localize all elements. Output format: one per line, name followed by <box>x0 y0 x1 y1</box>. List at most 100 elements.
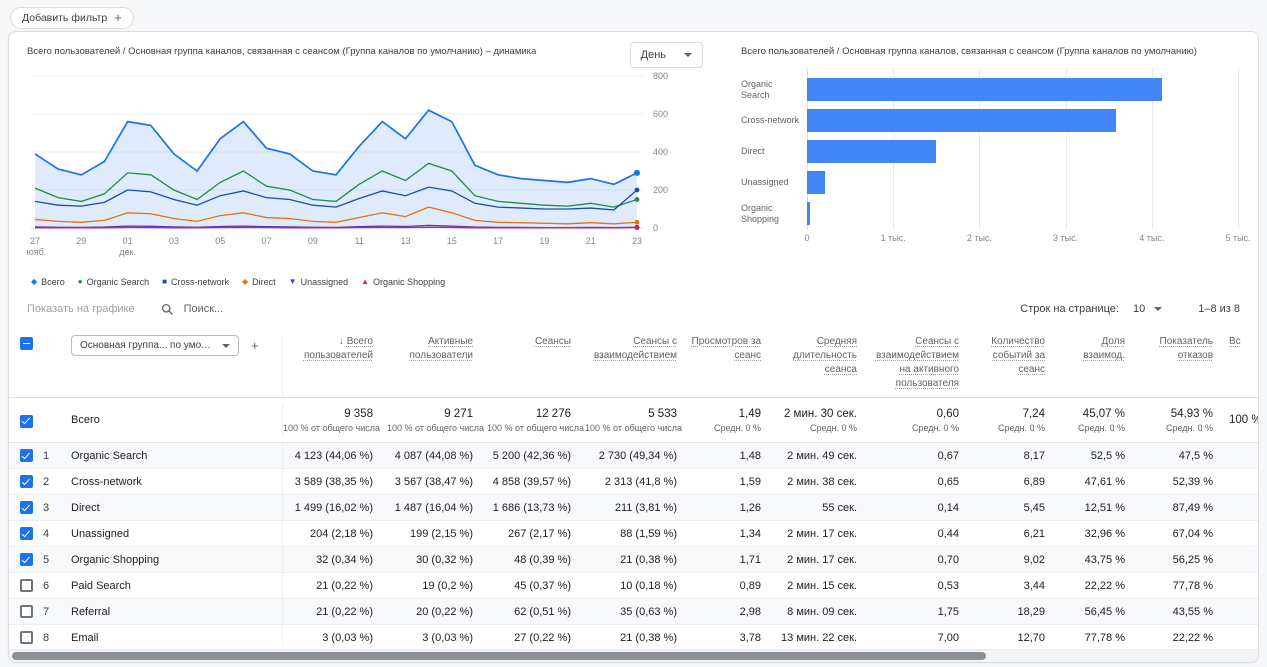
row-checkbox[interactable] <box>19 501 33 514</box>
column-header-3[interactable]: Сеансы <box>487 335 585 349</box>
select-all-checkbox[interactable] <box>19 337 33 350</box>
column-header-label: Количество событий за сеанс <box>991 336 1045 375</box>
totals-metric-cell: 45,07 % Средн. 0 % <box>1059 408 1139 433</box>
table-header-row: Основная группа... по умолчанию) Всего по… <box>9 326 1258 398</box>
metric-cell: 1,26 <box>739 501 761 514</box>
x-axis-label: 09 <box>308 236 318 246</box>
bar-chart-title: Всего пользователей / Основная группа ка… <box>741 46 1197 57</box>
row-index: 1 <box>43 449 50 462</box>
granularity-select[interactable]: День <box>629 42 703 68</box>
totals-subvalue: 100 % от общего числа <box>585 422 682 433</box>
x-axis-label: 21 <box>586 236 596 246</box>
metric-cell: 5,45 <box>1023 501 1045 514</box>
x-axis-label: 11 <box>354 236 363 246</box>
column-header-7[interactable]: Сеансы с взаимодействием на активного по… <box>871 335 973 391</box>
x-axis-label: 19 <box>539 236 549 246</box>
line-chart-title: Всего пользователей / Основная группа ка… <box>27 46 537 57</box>
metric-cell: 21 (0,22 %) <box>316 579 373 592</box>
plot-rows-button[interactable]: Показать на графике <box>27 303 135 315</box>
bar[interactable] <box>807 78 1163 102</box>
row-checkbox[interactable] <box>19 475 33 488</box>
metric-cell: 1,59 <box>739 475 761 488</box>
series-end-marker <box>634 169 640 176</box>
column-header-label: Доля взаимод. <box>1083 336 1125 361</box>
totals-subvalue: Средн. 0 % <box>713 422 761 433</box>
dimension-dropdown[interactable]: Основная группа... по умолчанию) <box>71 335 239 356</box>
metric-cell: 67,04 % <box>1172 527 1213 540</box>
row-checkbox[interactable] <box>19 449 33 462</box>
metric-cell: 19 (0,2 %) <box>422 579 473 592</box>
totals-checkbox[interactable] <box>19 414 33 428</box>
totals-subvalue: Средн. 0 % <box>1165 422 1213 433</box>
metric-cell: 0,70 <box>937 553 959 566</box>
metric-cell: 62 (0,51 %) <box>514 605 571 618</box>
metric-cell: 211 (3,81 %) <box>614 501 677 514</box>
add-column-button[interactable] <box>247 335 263 355</box>
search-input[interactable] <box>181 302 336 316</box>
column-header-9[interactable]: Доля взаимод. <box>1059 335 1139 363</box>
totals-value: 54,93 % <box>1170 407 1213 420</box>
metric-cell: 32 (0,34 %) <box>316 553 373 566</box>
x-axis-label: 0 <box>804 233 810 244</box>
row-checkbox[interactable] <box>19 527 33 540</box>
channels-table: Основная группа... по умолчанию) Всего по… <box>9 326 1258 651</box>
metric-cell: 1 487 (16,04 %) <box>394 501 473 514</box>
totals-subvalue: Средн. 0 % <box>1077 422 1125 433</box>
legend-item-unassigned: ▼ Unassigned <box>289 277 348 287</box>
bar-category-label: Organic Shopping <box>741 202 780 224</box>
totals-value: 1,49 <box>738 407 761 420</box>
bar-row-organic-search: Organic Search <box>741 74 1240 105</box>
dimension-header-cell: Основная группа... по умолчанию) <box>69 335 283 397</box>
metric-cell: 30 (0,32 %) <box>416 553 473 566</box>
column-header-6[interactable]: Средняя длительность сеанса <box>775 335 871 377</box>
horizontal-scrollbar <box>9 649 1258 662</box>
metric-cell: 0,65 <box>937 475 959 488</box>
table-row: 1 Organic Search 4 123 (44,06 %) 4 087 (44,… <box>9 443 1258 469</box>
totals-value: 0,60 <box>936 407 959 420</box>
legend-item-organic-search: ● Organic Search <box>78 277 149 287</box>
bar-chart-plot: Organic Search Cross-network Direct Unassig… <box>741 68 1240 230</box>
x-axis-label: 23 <box>632 236 642 246</box>
x-axis-sublabel: нояб. <box>27 247 46 257</box>
metric-cell: 1,48 <box>739 449 761 462</box>
column-header-label: Просмотров за сеанс <box>691 336 761 361</box>
row-checkbox[interactable] <box>19 631 33 644</box>
column-header-1[interactable]: Всего пользователей <box>283 335 387 363</box>
granularity-value: День <box>640 49 666 61</box>
bar[interactable] <box>807 171 825 195</box>
totals-subvalue: 100 % от общего числа <box>487 422 584 433</box>
metric-cell: 0,67 <box>937 449 959 462</box>
add-filter-button[interactable]: Добавить фильтр <box>10 7 134 29</box>
metric-cell: 2 мин. 17 сек. <box>787 527 857 540</box>
bar[interactable] <box>807 140 937 164</box>
x-axis-label: 1 тыс. <box>880 233 906 244</box>
bar[interactable] <box>807 202 810 226</box>
x-axis-label: 2 тыс. <box>966 233 992 244</box>
table-toolbar: Показать на графике Строк на странице: 1… <box>9 292 1258 326</box>
bar-category-label: Direct <box>741 146 765 157</box>
legend-marker-icon: ▲ <box>361 277 370 286</box>
column-header-10[interactable]: Показатель отказов <box>1139 335 1227 363</box>
metric-cell: 43,75 % <box>1084 553 1125 566</box>
table-search <box>161 302 336 316</box>
column-header-4[interactable]: Сеансы с взаимодействием <box>585 335 691 363</box>
column-header-5[interactable]: Просмотров за сеанс <box>691 335 775 363</box>
legend-marker-icon: ◆ <box>31 277 38 286</box>
column-header-11[interactable]: Вс <box>1227 335 1258 349</box>
totals-metric-cell: 12 276 100 % от общего числа <box>487 408 585 433</box>
column-header-8[interactable]: Количество событий за сеанс <box>973 335 1059 377</box>
totals-metric-cell: 5 533 100 % от общего числа <box>585 408 691 433</box>
column-header-2[interactable]: Активные пользователи <box>387 335 487 363</box>
bar[interactable] <box>807 109 1117 133</box>
metric-cell: 21 (0,38 %) <box>620 631 677 644</box>
row-checkbox[interactable] <box>19 579 33 592</box>
rows-per-page-select[interactable]: 10 <box>1129 301 1166 317</box>
row-checkbox[interactable] <box>19 605 33 618</box>
legend-item-organic-shopping: ▲ Organic Shopping <box>361 277 445 287</box>
bar-chart: Organic Search Cross-network Direct Unassig… <box>741 68 1251 249</box>
metric-cell: 48 (0,39 %) <box>514 553 571 566</box>
metric-cell: 8 мин. 09 сек. <box>787 605 857 618</box>
horizontal-scrollbar-thumb[interactable] <box>12 652 987 660</box>
row-checkbox[interactable] <box>19 553 33 566</box>
metric-cell: 2 313 (41,8 %) <box>604 475 677 488</box>
